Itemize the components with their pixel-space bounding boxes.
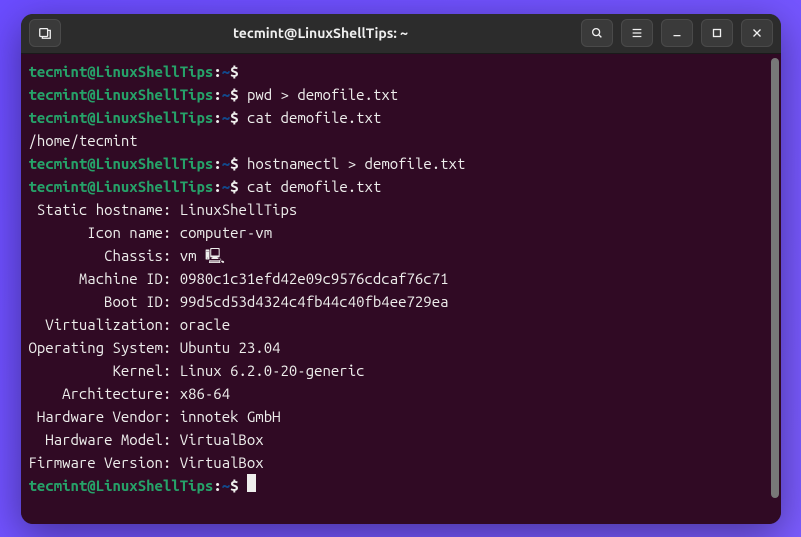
output-text: Kernel: Linux 6.2.0-20-generic — [29, 362, 365, 379]
prompt-separator: : — [213, 109, 221, 126]
prompt-user-host: tecmint@LinuxShellTips — [29, 109, 214, 126]
prompt-symbol: $ — [230, 86, 247, 103]
prompt-path: ~ — [222, 86, 230, 103]
terminal-line: tecmint@LinuxShellTips:~$ pwd > demofile… — [29, 83, 773, 106]
terminal-line: Architecture: x86-64 — [29, 382, 773, 405]
prompt-symbol: $ — [230, 155, 247, 172]
output-text: /home/tecmint — [29, 132, 138, 149]
terminal-window: tecmint@LinuxShellTips: ~ — [21, 14, 781, 524]
terminal-line: Machine ID: 0980c1c31efd42e09c9576cdcaf7… — [29, 267, 773, 290]
command-text: hostnamectl > demofile.txt — [247, 155, 465, 172]
terminal-line: Static hostname: LinuxShellTips — [29, 198, 773, 221]
prompt-user-host: tecmint@LinuxShellTips — [29, 86, 214, 103]
prompt-symbol: $ — [230, 109, 247, 126]
titlebar: tecmint@LinuxShellTips: ~ — [21, 14, 781, 54]
prompt-separator: : — [213, 86, 221, 103]
terminal-line: /home/tecmint — [29, 129, 773, 152]
prompt-separator: : — [213, 477, 221, 494]
output-text: Boot ID: 99d5cd53d4324c4fb44c40fb4ee729e… — [29, 293, 449, 310]
scrollbar[interactable] — [771, 58, 779, 520]
menu-button[interactable] — [621, 19, 653, 47]
prompt-user-host: tecmint@LinuxShellTips — [29, 477, 214, 494]
terminal-line: tecmint@LinuxShellTips:~$ — [29, 474, 773, 497]
terminal-line: tecmint@LinuxShellTips:~$ hostnamectl > … — [29, 152, 773, 175]
prompt-user-host: tecmint@LinuxShellTips — [29, 155, 214, 172]
output-text: Operating System: Ubuntu 23.04 — [29, 339, 281, 356]
prompt-separator: : — [213, 155, 221, 172]
prompt-path: ~ — [222, 477, 230, 494]
terminal-line: tecmint@LinuxShellTips:~$ cat demofile.t… — [29, 175, 773, 198]
prompt-path: ~ — [222, 109, 230, 126]
terminal-line: Boot ID: 99d5cd53d4324c4fb44c40fb4ee729e… — [29, 290, 773, 313]
minimize-button[interactable] — [661, 19, 693, 47]
output-text: Architecture: x86-64 — [29, 385, 231, 402]
command-text: cat demofile.txt — [247, 178, 381, 195]
output-text: Hardware Vendor: innotek GmbH — [29, 408, 281, 425]
terminal-line: Virtualization: oracle — [29, 313, 773, 336]
terminal-body[interactable]: tecmint@LinuxShellTips:~$ tecmint@LinuxS… — [21, 54, 781, 524]
prompt-path: ~ — [222, 155, 230, 172]
output-text: Firmware Version: VirtualBox — [29, 454, 264, 471]
close-button[interactable] — [741, 19, 773, 47]
prompt-symbol: $ — [230, 63, 247, 80]
output-text: Hardware Model: VirtualBox — [29, 431, 264, 448]
maximize-button[interactable] — [701, 19, 733, 47]
command-text: cat demofile.txt — [247, 109, 381, 126]
command-text: pwd > demofile.txt — [247, 86, 398, 103]
terminal-line: Firmware Version: VirtualBox — [29, 451, 773, 474]
prompt-symbol: $ — [230, 178, 247, 195]
prompt-user-host: tecmint@LinuxShellTips — [29, 63, 214, 80]
prompt-user-host: tecmint@LinuxShellTips — [29, 178, 214, 195]
new-tab-button[interactable] — [29, 19, 61, 47]
terminal-line: tecmint@LinuxShellTips:~$ — [29, 60, 773, 83]
terminal-line: Hardware Model: VirtualBox — [29, 428, 773, 451]
output-text: Virtualization: oracle — [29, 316, 231, 333]
prompt-path: ~ — [222, 63, 230, 80]
output-text: Icon name: computer-vm — [29, 224, 273, 241]
prompt-separator: : — [213, 178, 221, 195]
output-text: Static hostname: LinuxShellTips — [29, 201, 298, 218]
prompt-path: ~ — [222, 178, 230, 195]
cursor — [247, 474, 256, 492]
search-button[interactable] — [581, 19, 613, 47]
prompt-separator: : — [213, 63, 221, 80]
terminal-line: Kernel: Linux 6.2.0-20-generic — [29, 359, 773, 382]
scrollbar-thumb[interactable] — [771, 58, 779, 498]
prompt-symbol: $ — [230, 477, 247, 494]
terminal-line: Operating System: Ubuntu 23.04 — [29, 336, 773, 359]
window-title: tecmint@LinuxShellTips: ~ — [69, 25, 573, 41]
output-text: Chassis: vm 🖳 — [29, 247, 225, 264]
terminal-line: Hardware Vendor: innotek GmbH — [29, 405, 773, 428]
terminal-line: tecmint@LinuxShellTips:~$ cat demofile.t… — [29, 106, 773, 129]
output-text: Machine ID: 0980c1c31efd42e09c9576cdcaf7… — [29, 270, 449, 287]
terminal-line: Chassis: vm 🖳 — [29, 244, 773, 267]
terminal-line: Icon name: computer-vm — [29, 221, 773, 244]
